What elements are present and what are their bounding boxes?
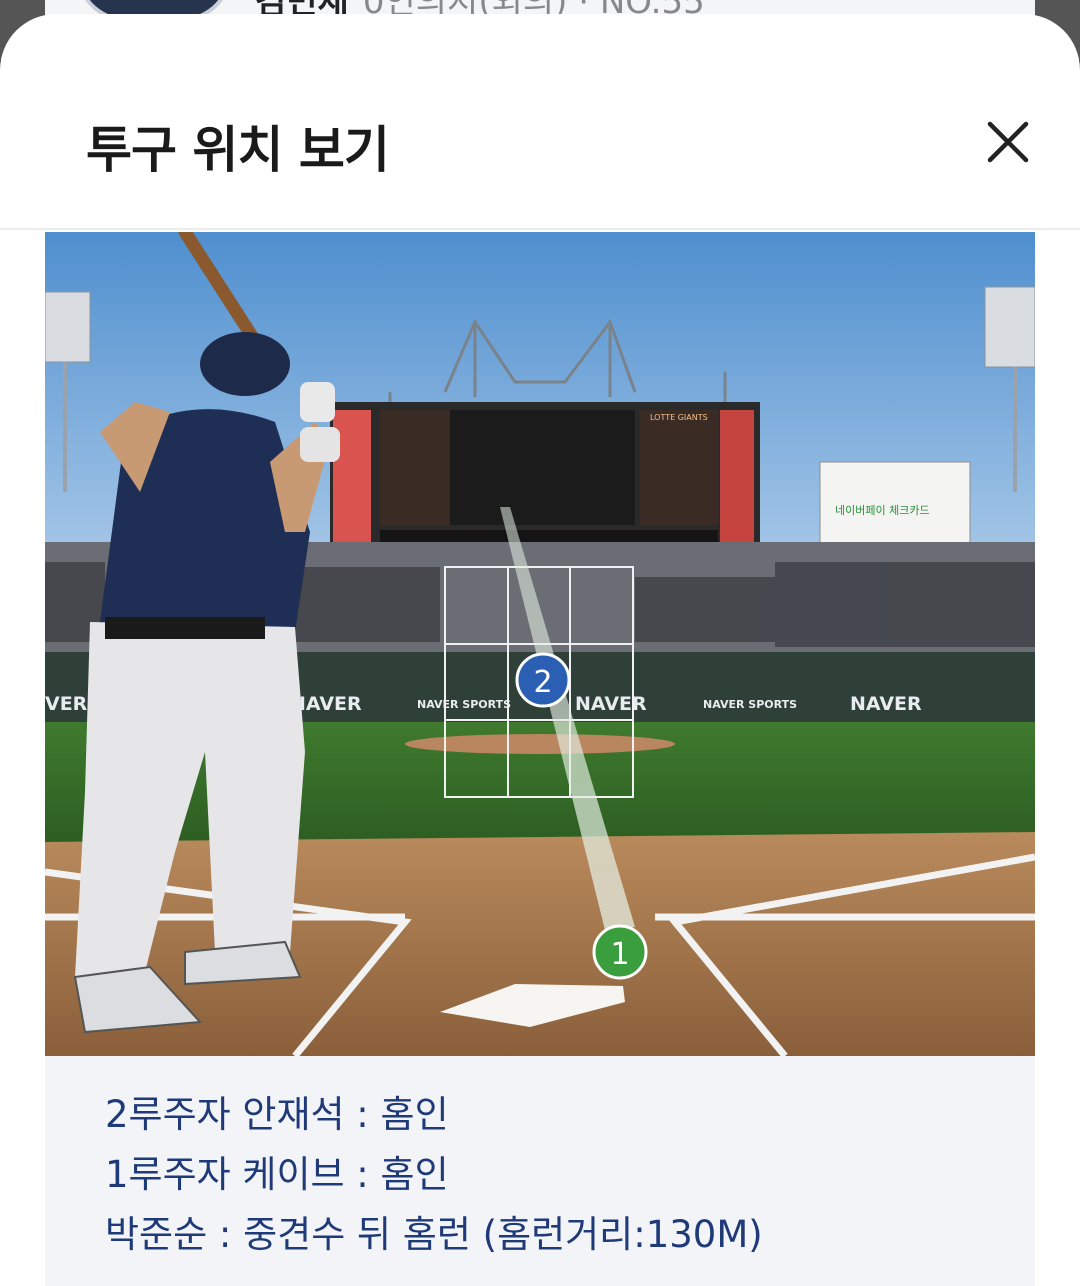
billboard: 네이버페이 체크카드 <box>819 461 971 548</box>
svg-text:VER: VER <box>45 693 88 715</box>
svg-text:NAVER: NAVER <box>575 693 647 715</box>
pitch-location-modal: 투구 위치 보기 LOTTE GIANTS 네이버페이 체크카드 VER NAV… <box>0 14 1080 1286</box>
billboard-text: 네이버페이 체크카드 <box>835 504 930 517</box>
play-log: 2루주자 안재석 : 홈인 1루주자 케이브 : 홈인 박준순 : 중견수 뒤 … <box>45 1056 1035 1286</box>
play-log-item: 2루주자 안재석 : 홈인 <box>105 1093 449 1136</box>
play-log-item: 1루주자 케이브 : 홈인 <box>105 1153 449 1196</box>
stadium-scene: LOTTE GIANTS 134 km NAVER SPORTS 네이버페이 체… <box>45 232 1035 1056</box>
svg-text:NAVER: NAVER <box>850 693 922 715</box>
pitch-marker-2-label: 2 <box>533 665 552 700</box>
scoreboard-team: LOTTE GIANTS <box>650 413 708 422</box>
pitch-marker-1-label: 1 <box>610 937 629 972</box>
modal-header: 투구 위치 보기 <box>0 14 1080 230</box>
svg-text:NAVER SPORTS: NAVER SPORTS <box>703 698 797 711</box>
pitch-marker-1[interactable]: 1 <box>592 924 648 980</box>
pitch-marker-2[interactable]: 2 <box>515 652 571 708</box>
close-icon <box>987 121 1029 163</box>
pitch-visualization: LOTTE GIANTS 134 km NAVER SPORTS 네이버페이 체… <box>45 232 1035 1056</box>
modal-title: 투구 위치 보기 <box>86 121 390 179</box>
close-button[interactable] <box>970 104 1050 184</box>
svg-text:NAVER SPORTS: NAVER SPORTS <box>417 698 511 711</box>
play-log-item: 박준순 : 중견수 뒤 홈런 (홈런거리:130M) <box>105 1213 763 1256</box>
